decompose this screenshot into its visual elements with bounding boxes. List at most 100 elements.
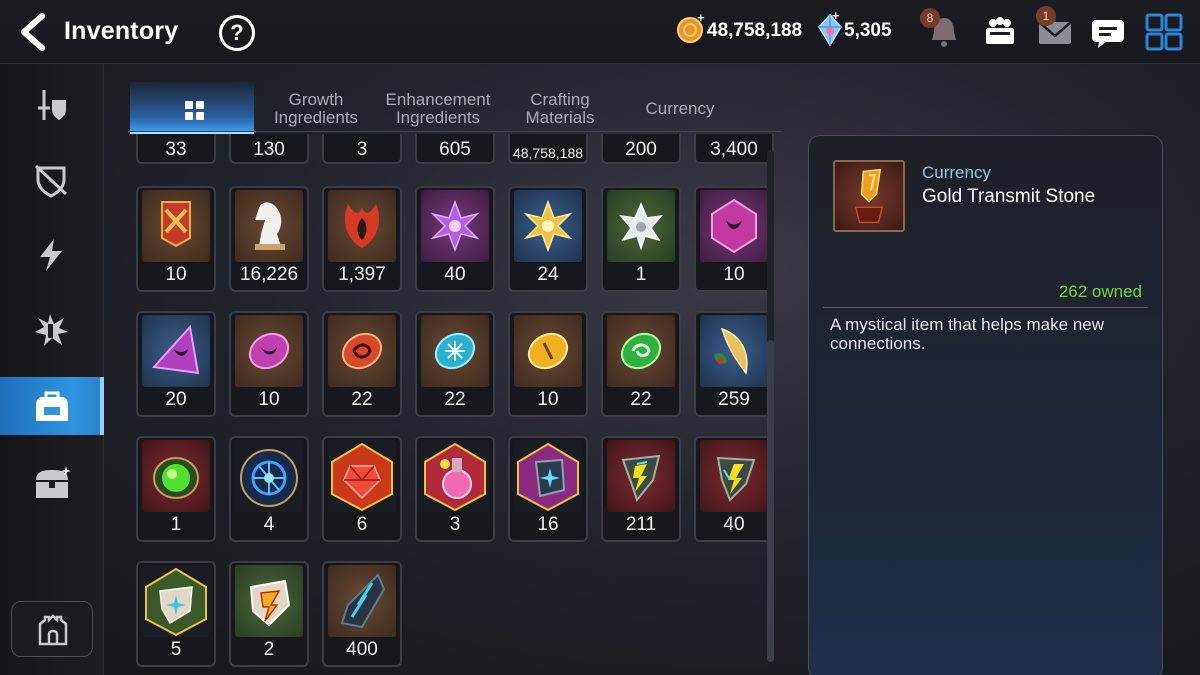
- fish-icon: [700, 315, 768, 387]
- help-button[interactable]: ?: [219, 15, 255, 51]
- item-slot[interactable]: 20: [136, 311, 216, 417]
- item-slot[interactable]: 211: [601, 436, 681, 542]
- top-bar: Inventory ? + 48,758,188 + 5,305 8 1: [0, 0, 1200, 64]
- item-slot[interactable]: 1,397: [322, 186, 402, 292]
- item-detail-panel: Currency Gold Transmit Stone 262 owned A…: [808, 135, 1163, 675]
- add-gem-icon[interactable]: +: [832, 8, 840, 23]
- backpack-icon: [36, 391, 68, 421]
- back-arrow-icon[interactable]: [16, 12, 52, 52]
- lightning-stone-icon: [607, 440, 675, 512]
- item-quantity: 10: [165, 264, 187, 285]
- sword-shield-icon: [38, 90, 66, 120]
- item-slot[interactable]: 10: [229, 311, 309, 417]
- item-slot[interactable]: 40: [694, 436, 774, 542]
- silver-flower-icon: [607, 190, 675, 262]
- purple-triangle-rune-icon: [142, 315, 210, 387]
- sidebar-item-material[interactable]: [0, 300, 104, 358]
- item-slot[interactable]: 3: [415, 436, 495, 542]
- castle-icon: [38, 614, 68, 646]
- item-slot[interactable]: 3: [322, 134, 402, 164]
- item-quantity: 22: [630, 389, 652, 410]
- chest-icon: [36, 466, 71, 498]
- item-slot[interactable]: 4: [229, 436, 309, 542]
- page-title: Inventory: [64, 17, 179, 45]
- home-button[interactable]: [11, 601, 93, 657]
- potion-icon: [421, 440, 489, 512]
- sidebar-item-storage[interactable]: [0, 454, 104, 512]
- knight-chess-icon: [235, 190, 303, 262]
- purple-rune-icon: [235, 315, 303, 387]
- item-quantity: 10: [723, 264, 745, 285]
- item-slot[interactable]: 259: [694, 311, 774, 417]
- item-quantity: 6: [356, 514, 368, 535]
- item-slot[interactable]: 22: [415, 311, 495, 417]
- item-quantity: 2: [263, 639, 275, 660]
- burst-icon: [35, 314, 68, 346]
- menu-grid-icon[interactable]: [1144, 12, 1184, 52]
- item-slot[interactable]: 3,400: [694, 134, 774, 164]
- item-quantity: 33: [165, 139, 187, 160]
- tab-label: Ingredients: [273, 108, 359, 127]
- sidebar-item-artifact[interactable]: [0, 150, 104, 208]
- mail-badge: 1: [1036, 6, 1056, 26]
- item-quantity: 3: [449, 514, 461, 535]
- item-name: Gold Transmit Stone: [922, 186, 1096, 207]
- red-rune-icon: [328, 315, 396, 387]
- inventory-tabs: Growth Ingredients Enhancement Ingredien…: [128, 82, 784, 134]
- category-sidebar: [0, 64, 104, 675]
- item-quantity: 400: [346, 639, 378, 660]
- item-slot[interactable]: 40: [415, 186, 495, 292]
- item-slot[interactable]: 16: [508, 436, 588, 542]
- item-quantity: 48,758,188: [512, 145, 584, 161]
- item-slot[interactable]: 400: [322, 561, 402, 667]
- item-slot[interactable]: 5: [136, 561, 216, 667]
- tab-label: Enhancement: [385, 90, 491, 109]
- gold-amount: 48,758,188: [707, 20, 803, 41]
- item-slot[interactable]: 10: [694, 186, 774, 292]
- yellow-rune-icon: [514, 315, 582, 387]
- item-slot[interactable]: 48,758,188: [508, 134, 588, 164]
- item-quantity: 5: [170, 639, 182, 660]
- item-slot[interactable]: 24: [508, 186, 588, 292]
- item-slot[interactable]: 10: [508, 311, 588, 417]
- item-slot[interactable]: 130: [229, 134, 309, 164]
- item-quantity: 16,226: [239, 264, 299, 285]
- green-rune-icon: [607, 315, 675, 387]
- item-slot[interactable]: 6: [322, 436, 402, 542]
- crystal-shard-icon: [328, 565, 396, 637]
- item-quantity: 10: [537, 389, 559, 410]
- lightning-icon: [40, 239, 62, 271]
- banner-icon: [142, 190, 210, 262]
- item-slot[interactable]: 16,226: [229, 186, 309, 292]
- item-slot[interactable]: 1: [601, 186, 681, 292]
- item-grid: 33 130 3 605 48,758,188 200 3,400 10 16,…: [128, 134, 776, 675]
- item-quantity: 259: [718, 389, 750, 410]
- tabs-divider: [128, 131, 782, 132]
- team-icon[interactable]: [980, 12, 1020, 52]
- star-gem-icon: [514, 440, 582, 512]
- sidebar-item-inventory[interactable]: [0, 377, 104, 435]
- tab-all[interactable]: [130, 82, 254, 134]
- sidebar-item-catalyst[interactable]: [0, 225, 104, 283]
- item-slot[interactable]: 22: [322, 311, 402, 417]
- item-slot[interactable]: 1: [136, 436, 216, 542]
- grid-scrollbar-thumb[interactable]: [767, 340, 774, 662]
- gem-amount: 5,305: [844, 20, 892, 41]
- add-gold-icon[interactable]: +: [697, 10, 705, 25]
- item-slot[interactable]: 2: [229, 561, 309, 667]
- item-quantity: 40: [444, 264, 466, 285]
- item-slot[interactable]: 33: [136, 134, 216, 164]
- chat-icon[interactable]: [1088, 12, 1128, 52]
- item-slot[interactable]: 605: [415, 134, 495, 164]
- tab-label: Growth: [288, 90, 344, 109]
- tab-label: Crafting: [530, 90, 590, 109]
- item-slot[interactable]: 10: [136, 186, 216, 292]
- item-quantity: 40: [723, 514, 745, 535]
- item-quantity: 3,400: [710, 139, 758, 160]
- sidebar-item-equipment[interactable]: [0, 76, 104, 134]
- item-slot[interactable]: 200: [601, 134, 681, 164]
- gold-transmit-stone-icon: [833, 160, 905, 232]
- item-slot[interactable]: 22: [601, 311, 681, 417]
- item-quantity: 1,397: [338, 264, 386, 285]
- item-description: A mystical item that helps make new conn…: [830, 315, 1105, 353]
